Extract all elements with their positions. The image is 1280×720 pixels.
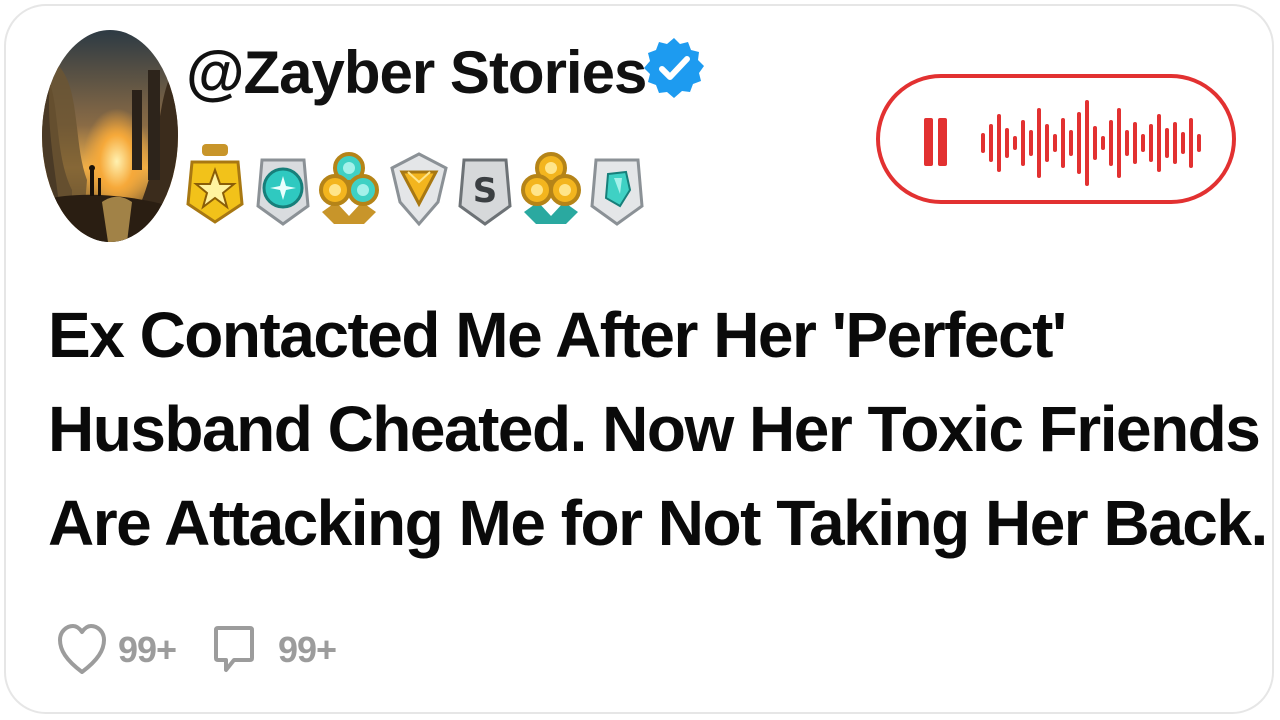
comment-count: 99+ [278,629,337,670]
comment-icon [214,626,254,672]
verified-badge-icon [642,36,706,100]
pause-icon[interactable] [924,118,947,166]
svg-text:S: S [473,171,498,211]
waveform-icon [981,100,1201,186]
username[interactable]: @Zayber Stories [186,28,647,118]
silver-crystal-badge-icon [586,142,648,230]
gold-trio-gem-badge-icon [318,142,380,230]
silver-diamond-badge-icon [252,142,314,230]
post-title: Ex Contacted Me After Her 'Perfect' Husb… [48,288,1268,570]
audio-player[interactable] [876,74,1236,204]
post-title-line: Are Attacking Me for Not Taking Her Back… [48,487,1268,559]
heart-icon [58,624,106,674]
silver-s-badge-icon: S [454,142,516,230]
avatar[interactable] [42,30,178,242]
post-title-line: Ex Contacted Me After Her 'Perfect' [48,299,1067,371]
post-title-line: Husband Cheated. Now Her Toxic Friends [48,393,1261,465]
gold-trio-gem-badge-icon-2 [520,142,582,230]
like-count: 99+ [118,629,177,670]
silver-gold-gem-badge-icon [388,142,450,230]
avatar-image [42,30,178,242]
post-card: @Zayber Stories S Ex Contacted Me After … [4,4,1274,714]
gold-star-badge-icon [184,142,246,230]
